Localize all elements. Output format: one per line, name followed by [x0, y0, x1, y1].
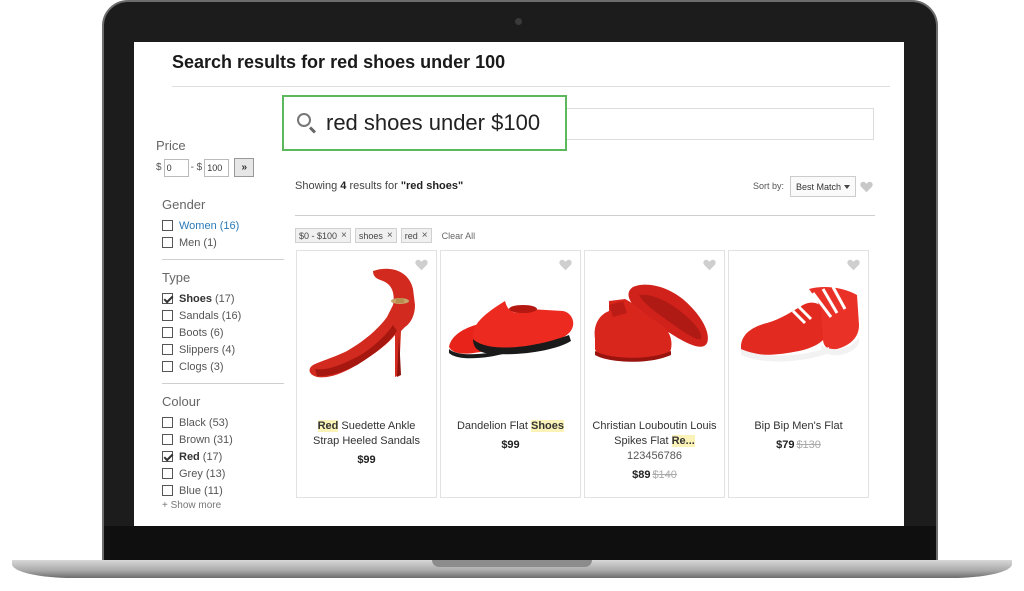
filter-option-brown[interactable]: Brown (31)	[162, 431, 288, 448]
close-icon[interactable]: ×	[341, 230, 347, 241]
product-sku: 123456786	[626, 450, 683, 462]
product-name[interactable]: Christian Louboutin Louis Spikes Flat Re…	[591, 419, 718, 449]
price-min-input[interactable]	[163, 158, 189, 177]
product-name[interactable]: Red Suedette Ankle Strap Heeled Sandals	[303, 419, 430, 449]
divider	[162, 259, 284, 260]
product-image[interactable]	[445, 265, 577, 397]
divider	[295, 215, 875, 216]
search-input-focused[interactable]: red shoes under $100	[282, 95, 567, 151]
colour-facet-title: Colour	[162, 394, 201, 409]
product-price: $89	[632, 469, 651, 481]
product-price: $79	[776, 439, 795, 451]
product-price: $99	[357, 454, 376, 466]
type-facet-title: Type	[162, 270, 191, 285]
price-apply-button[interactable]: »	[234, 158, 255, 177]
filter-option-grey[interactable]: Grey (13)	[162, 465, 288, 482]
product-info: Christian Louboutin Louis Spikes Flat Re…	[591, 419, 718, 483]
show-more-link[interactable]: + Show more	[162, 500, 288, 511]
checkbox[interactable]	[162, 237, 173, 248]
search-icon	[296, 112, 318, 134]
filter-option-boots[interactable]: Boots (6)	[162, 324, 288, 341]
product-price: $99	[501, 439, 520, 451]
product-card[interactable]: Bip Bip Men's Flat $79 $130	[728, 250, 869, 498]
product-image[interactable]	[733, 265, 865, 397]
product-info: Red Suedette Ankle Strap Heeled Sandals …	[303, 419, 430, 468]
checkbox[interactable]	[162, 361, 173, 372]
checkbox[interactable]	[162, 344, 173, 355]
gender-facet-title: Gender	[162, 197, 206, 212]
checkbox[interactable]	[162, 220, 173, 231]
checkbox[interactable]	[162, 417, 173, 428]
heart-icon[interactable]	[860, 181, 873, 193]
clear-all-link[interactable]: Clear All	[442, 231, 476, 241]
product-card[interactable]: Christian Louboutin Louis Spikes Flat Re…	[584, 250, 725, 498]
sort-dropdown[interactable]: Best Match	[790, 176, 856, 197]
product-card[interactable]: Dandelion Flat Shoes $99	[440, 250, 581, 498]
product-info: Dandelion Flat Shoes $99	[447, 419, 574, 453]
currency-label: $	[156, 162, 162, 173]
filter-option-men[interactable]: Men (1)	[162, 234, 288, 251]
price-max-input[interactable]	[204, 158, 230, 177]
page-title: Search results for red shoes under 100	[172, 52, 506, 72]
results-summary: Showing 4 results for "red shoes"	[295, 180, 464, 192]
filter-chip-price[interactable]: $0 - $100 ×	[295, 228, 351, 243]
checkbox[interactable]	[162, 327, 173, 338]
price-range: $ - $ »	[156, 158, 288, 177]
price-separator: - $	[190, 162, 203, 173]
checkbox[interactable]	[162, 468, 173, 479]
checkbox[interactable]	[162, 434, 173, 445]
laptop-notch	[432, 560, 592, 567]
filter-option-black[interactable]: Black (53)	[162, 414, 288, 431]
search-query[interactable]: red shoes under $100	[326, 110, 540, 136]
filter-chip-shoes[interactable]: shoes ×	[354, 228, 397, 243]
divider	[162, 383, 284, 384]
checkbox[interactable]	[162, 310, 173, 321]
close-icon[interactable]: ×	[387, 230, 393, 241]
divider	[172, 86, 890, 87]
chevron-down-icon	[844, 184, 851, 189]
checkbox[interactable]	[162, 485, 173, 496]
product-name[interactable]: Dandelion Flat Shoes	[447, 419, 574, 434]
filter-option-red[interactable]: Red (17)	[162, 448, 288, 465]
product-info: Bip Bip Men's Flat $79 $130	[735, 419, 862, 453]
filter-option-shoes[interactable]: Shoes (17)	[162, 290, 288, 307]
filter-chip-red[interactable]: red ×	[400, 228, 432, 243]
product-original-price: $140	[652, 469, 677, 481]
product-card[interactable]: Red Suedette Ankle Strap Heeled Sandals …	[296, 250, 437, 498]
results-query: "red shoes"	[400, 180, 464, 192]
sort-label: Sort by:	[753, 181, 785, 191]
camera-icon	[515, 18, 522, 25]
product-image[interactable]	[589, 265, 721, 397]
results-count: 4	[340, 180, 347, 192]
screen: Search results for red shoes under 100 r…	[134, 42, 904, 526]
laptop-bezel	[104, 526, 936, 560]
product-image[interactable]	[301, 265, 433, 397]
checkbox-checked[interactable]	[162, 451, 173, 462]
checkbox-checked[interactable]	[162, 293, 173, 304]
product-original-price: $130	[796, 439, 821, 451]
product-grid: Red Suedette Ankle Strap Heeled Sandals …	[296, 250, 869, 498]
filter-sidebar: Price $ - $ » Gender Women(16) Men(1) Ty…	[156, 138, 288, 511]
filter-option-blue[interactable]: Blue (11)	[162, 482, 288, 499]
filter-option-women[interactable]: Women (16)	[162, 217, 288, 234]
filter-option-slippers[interactable]: Slippers (4)	[162, 341, 288, 358]
applied-filters: $0 - $100 × shoes × red × Clear All	[295, 228, 475, 243]
price-facet-title: Price	[156, 138, 186, 153]
filter-option-sandals[interactable]: Sandals (16)	[162, 307, 288, 324]
filter-option-clogs[interactable]: Clogs (3)	[162, 358, 288, 375]
product-name[interactable]: Bip Bip Men's Flat	[735, 419, 862, 434]
close-icon[interactable]: ×	[422, 230, 428, 241]
